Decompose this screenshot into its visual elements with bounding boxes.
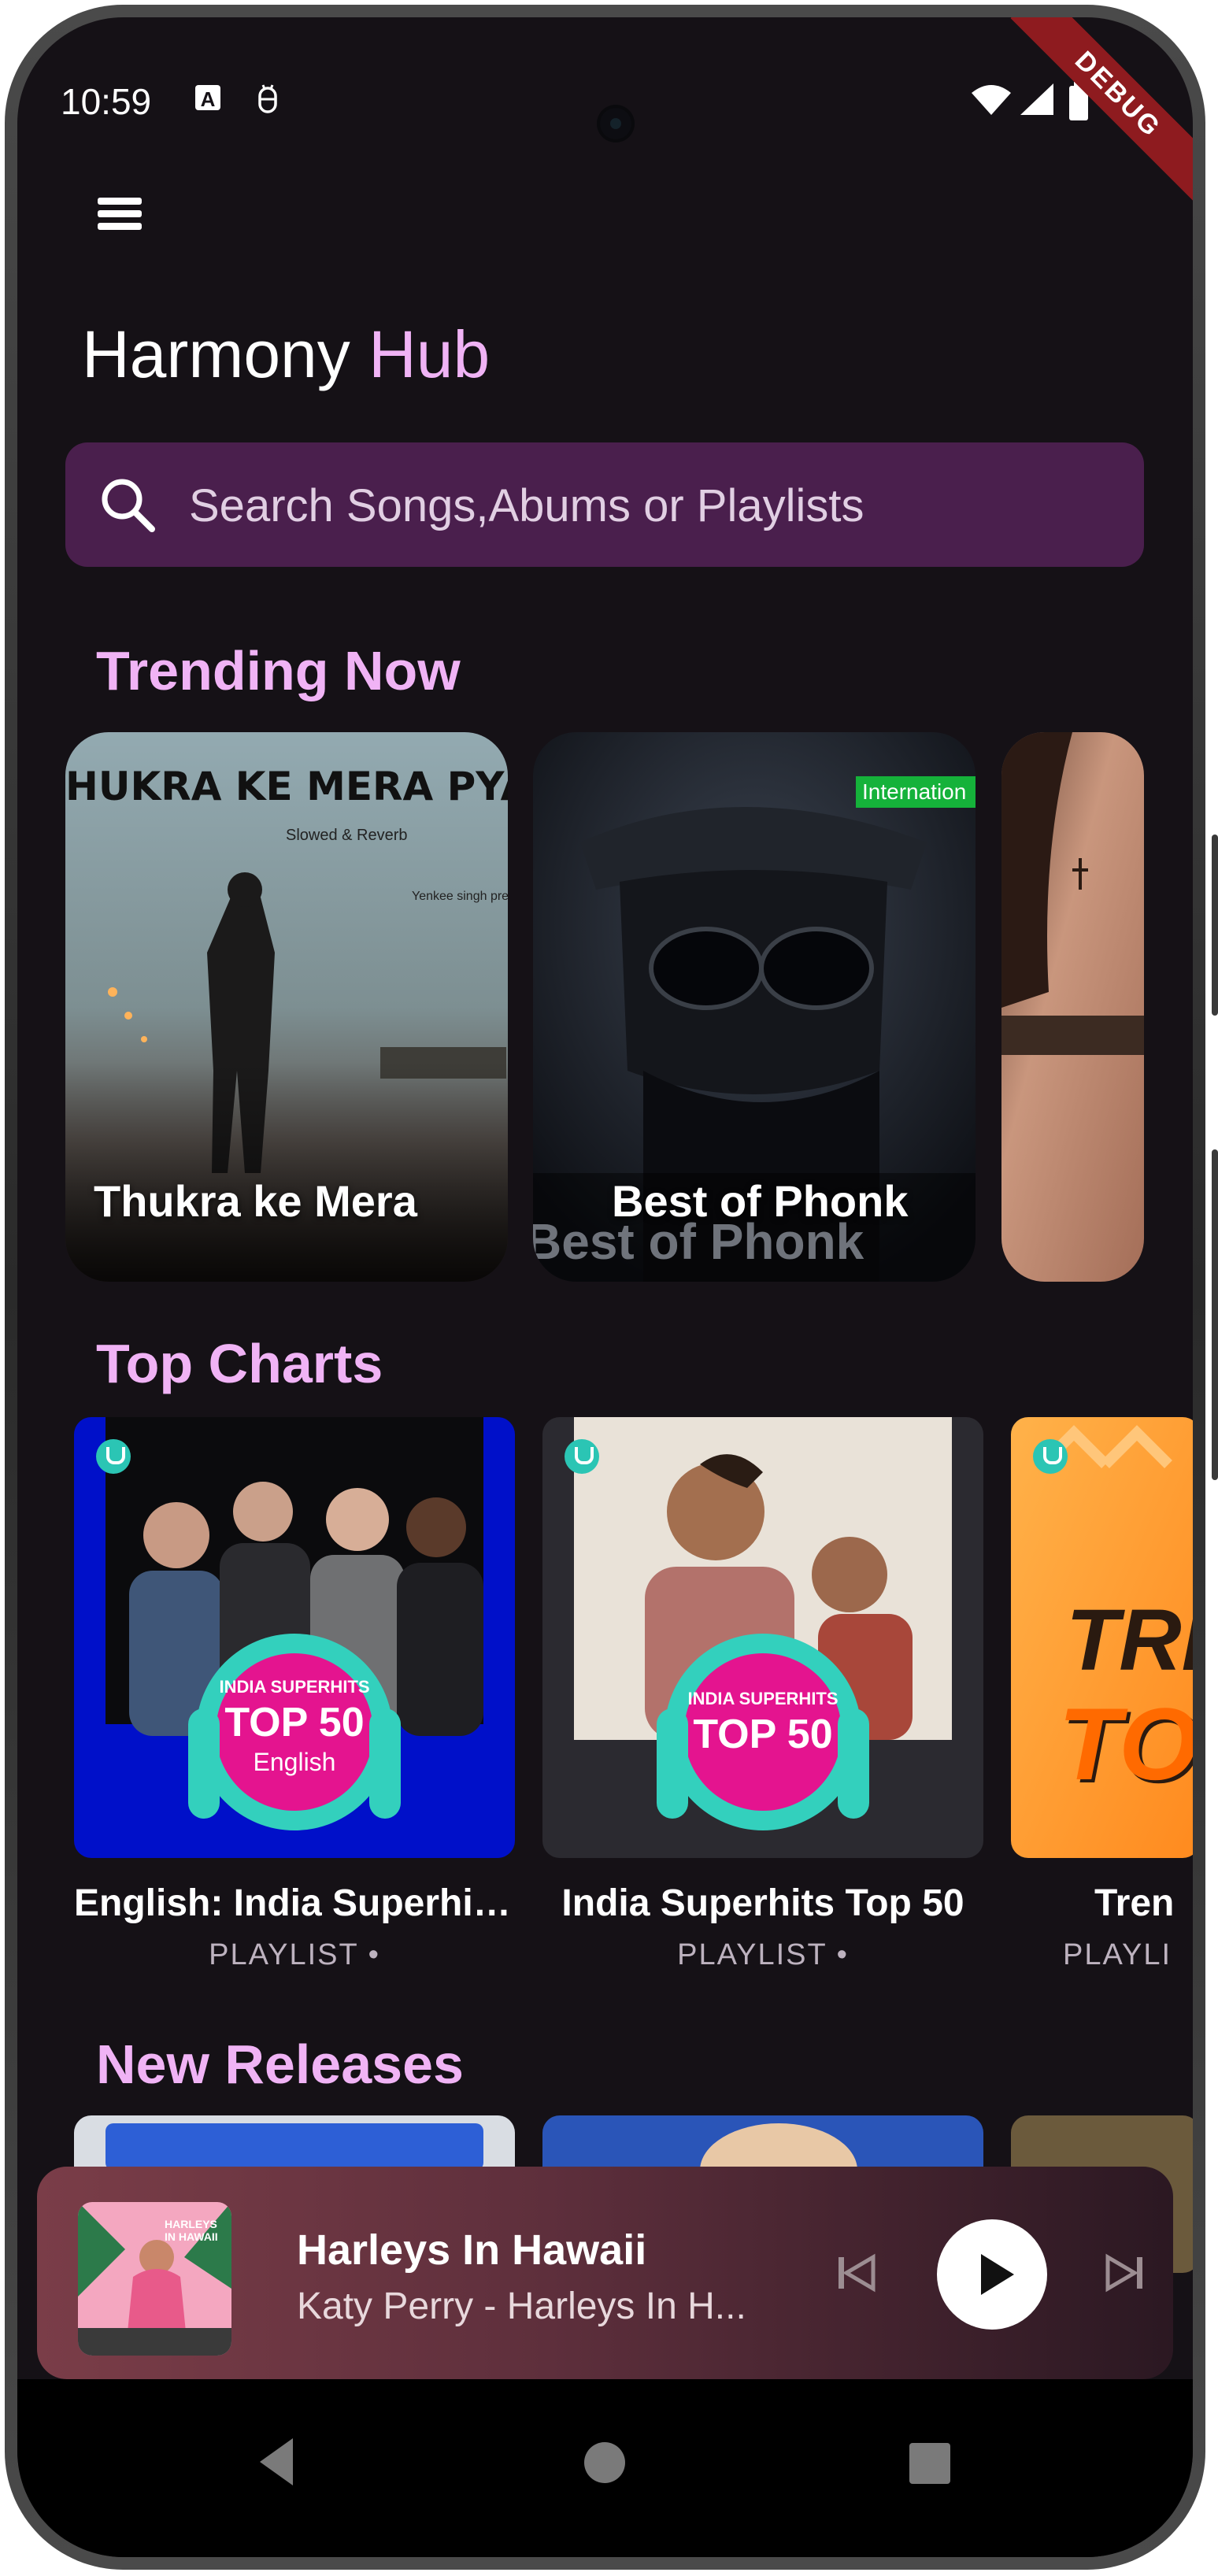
trending-card[interactable] [1001,732,1144,1282]
now-playing-artwork[interactable]: HARLEYS IN HAWAII [78,2202,231,2356]
section-title-top-charts: Top Charts [96,1333,383,1394]
chart-badge-line3: English [253,1748,336,1776]
chart-card-art [542,1417,983,1858]
chart-art-text: TRE [1066,1592,1193,1689]
chart-card-title: English: India Superhit... [74,1882,515,1924]
chart-card-title: India Superhits Top 50 [561,1882,964,1924]
chart-art-text: TO [1058,1686,1193,1801]
trending-art-title: HUKRA KE MERA PYAR [65,764,508,809]
volume-button [1212,1149,1218,1480]
now-playing-artist: Katy Perry - Harleys In H... [297,2285,746,2327]
play-button[interactable] [937,2219,1047,2330]
app-title: Harmony Hub [82,316,490,393]
menu-icon-line [98,223,142,230]
jiosaavn-logo-icon [1033,1439,1068,1474]
trending-art-credit: Yenkee singh pres [412,890,508,903]
chart-card-subtitle: PLAYLIST • [209,1938,380,1971]
front-camera [600,108,631,139]
status-bar: 10:59 A DEBUG [17,17,1193,202]
chart-badge-line1: INDIA SUPERHITS [687,1689,839,1708]
jiosaavn-logo-icon [96,1439,131,1474]
trending-card-art [1001,732,1144,1282]
nav-home-icon[interactable] [582,2440,628,2485]
now-playing-bar[interactable]: HARLEYS IN HAWAII Harleys In Hawaii Katy… [37,2167,1173,2379]
system-navigation-bar [17,2379,1193,2557]
skip-previous-icon[interactable] [832,2249,879,2297]
chart-badge-line2: TOP 50 [224,1700,365,1745]
chart-card-subtitle: PLAYLIST • [677,1938,849,1971]
jiosaavn-logo-icon [565,1439,599,1474]
phone-frame: 10:59 A DEBUG Harmony Hub Search Songs,A… [0,0,1218,2576]
chart-card-title: Tren [1094,1882,1175,1924]
now-playing-title: Harleys In Hawaii [297,2226,647,2274]
svg-text:A: A [201,87,216,111]
app-title-accent: Hub [368,317,491,391]
chart-badge-line1: INDIA SUPERHITS [219,1677,370,1697]
wifi-icon [972,85,1011,115]
search-bar[interactable] [65,442,1144,568]
chart-card-subtitle: PLAYLI [1063,1938,1172,1971]
trending-card[interactable]: Internation Best of Phonk Best of Phonk [533,732,976,1282]
trending-card-label: Best of Phonk [612,1176,909,1226]
menu-icon-line [98,198,142,205]
nav-back-icon[interactable] [254,2434,301,2489]
trending-card[interactable]: HUKRA KE MERA PYAR Slowed & Reverb Yenke… [65,732,508,1282]
chart-card[interactable]: INDIA SUPERHITS TOP 50 [542,1417,983,1858]
trending-art-subtitle: Slowed & Reverb [286,827,408,844]
chart-badge-line2: TOP 50 [693,1712,833,1757]
chart-card[interactable]: TRE TO [1011,1417,1193,1858]
app-title-main: Harmony [82,317,350,391]
nav-recents-icon[interactable] [907,2441,953,2486]
search-icon [102,479,155,532]
app-screen: 10:59 A DEBUG Harmony Hub Search Songs,A… [17,17,1193,2557]
trending-badge: Internation [856,776,976,808]
trending-card-label: Thukra ke Mera [94,1176,417,1226]
android-debug-icon [258,84,277,113]
now-playing-art-text: HARLEYS IN HAWAII [165,2218,218,2243]
status-time: 10:59 [61,81,152,122]
search-input[interactable] [187,442,1120,568]
power-button [1212,835,1218,1016]
section-title-new-releases: New Releases [96,2034,464,2095]
chart-card-art [74,1417,515,1858]
section-title-trending: Trending Now [96,640,461,701]
notification-a-icon: A [195,85,220,111]
chart-card[interactable]: INDIA SUPERHITS TOP 50 English [74,1417,515,1858]
menu-icon-line [98,210,142,217]
play-icon [981,2254,1014,2295]
skip-next-icon[interactable] [1101,2249,1149,2297]
signal-icon [1020,83,1053,115]
menu-button[interactable] [88,187,151,250]
